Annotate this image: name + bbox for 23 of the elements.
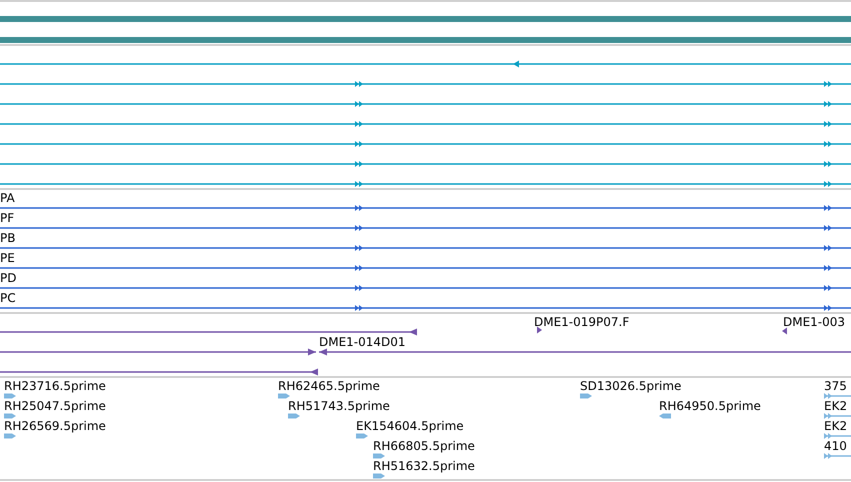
est-label: SD13026.5prime [580,379,682,393]
clone-label: DME1-014D01 [319,335,406,349]
est-label: RH51743.5prime [288,399,390,413]
transcript-label: PA [0,191,15,205]
est-label: RH51632.5prime [373,459,475,473]
transcript-label: PD [0,271,16,285]
clone-label: DME1-003 [783,315,846,329]
est-label: RH62465.5prime [278,379,380,393]
transcript-label: PE [0,251,15,265]
est-label: EK2 [824,419,848,433]
est-label: RH26569.5prime [4,419,106,433]
transcript-label: PF [0,211,14,225]
est-label: RH66805.5prime [373,439,475,453]
est-label: RH64950.5prime [659,399,761,413]
est-label: EK154604.5prime [356,419,464,433]
est-label: 375 [824,379,847,393]
transcript-label: PC [0,291,16,305]
est-label: EK2 [824,399,848,413]
est-label: RH23716.5prime [4,379,106,393]
est-label: RH25047.5prime [4,399,106,413]
clone-label: DME1-019P07.F [534,315,630,329]
transcript-label: PB [0,231,16,245]
est-label: 410 [824,439,847,453]
